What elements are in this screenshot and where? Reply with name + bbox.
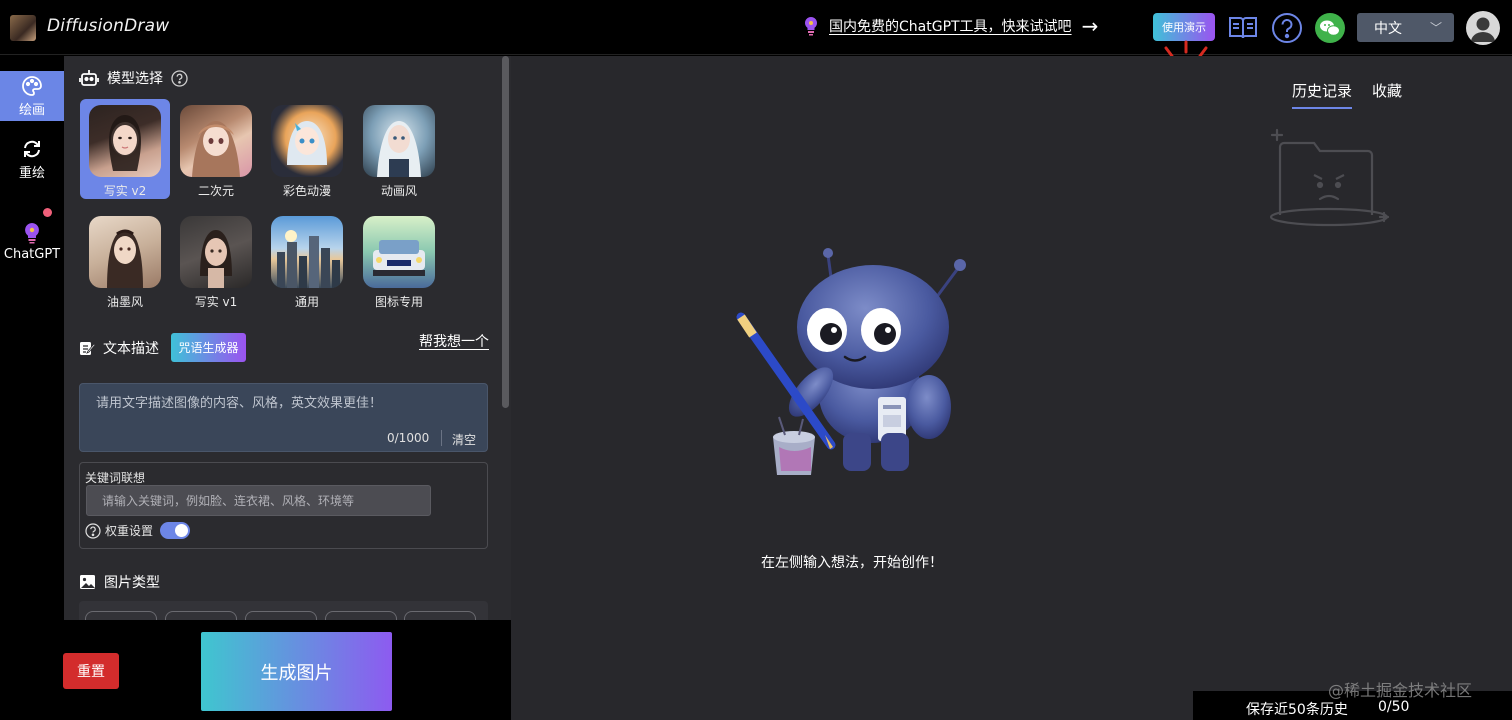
weight-setting: 权重设置 xyxy=(85,522,191,539)
model-card[interactable]: 彩色动漫 xyxy=(262,99,352,199)
image-type-chip[interactable] xyxy=(245,611,317,620)
history-count: 0/50 xyxy=(1378,699,1410,715)
chatgpt-bulb-icon xyxy=(25,222,39,243)
text-section-title: 文本描述 xyxy=(103,341,159,357)
divider xyxy=(441,430,442,446)
generate-button[interactable]: 生成图片 xyxy=(201,632,392,711)
model-label: 动画风 xyxy=(380,184,417,198)
model-thumbnail xyxy=(89,105,161,177)
language-select[interactable]: 中文 ﹀ xyxy=(1357,13,1454,42)
sidebar-item-chatgpt[interactable]: ChatGPT xyxy=(0,216,64,266)
help-circle-icon[interactable] xyxy=(171,69,188,87)
model-section-header: 模型选择 xyxy=(79,68,188,88)
sidebar-item-redraw[interactable]: 重绘 xyxy=(0,134,64,184)
chevron-down-icon: ﹀ xyxy=(1429,21,1442,35)
bulb-icon xyxy=(803,16,819,36)
refresh-icon xyxy=(24,140,40,157)
notification-badge xyxy=(43,208,52,217)
model-label: 写实 v2 xyxy=(103,184,147,198)
text-section-header: 文本描述 xyxy=(79,338,159,358)
sidebar-item-label: 绘画 xyxy=(18,102,45,118)
sidebar-item-label: 重绘 xyxy=(18,165,45,181)
watermark: @稀土掘金技术社区 xyxy=(1328,681,1473,700)
model-label: 写实 v1 xyxy=(194,295,238,309)
model-thumbnail xyxy=(180,216,252,288)
sidebar-item-draw[interactable]: 绘画 xyxy=(0,71,64,121)
app-logo[interactable] xyxy=(10,15,36,41)
image-type-chip[interactable] xyxy=(325,611,397,620)
empty-folder-icon xyxy=(1266,125,1392,230)
model-label: 二次元 xyxy=(197,184,234,198)
tab-favorites[interactable]: 收藏 xyxy=(1372,80,1402,101)
keyword-input[interactable]: 请输入关键词，例如脸、连衣裙、风格、环境等 xyxy=(86,485,431,516)
edit-note-icon xyxy=(80,342,95,355)
demo-button[interactable]: 使用演示 xyxy=(1153,13,1215,41)
empty-canvas-hint: 在左侧输入想法，开始创作！ xyxy=(761,555,943,571)
sidebar-item-label: ChatGPT xyxy=(3,246,61,262)
model-thumbnail xyxy=(89,216,161,288)
model-thumbnail xyxy=(363,216,435,288)
model-card[interactable]: 油墨风 xyxy=(80,210,170,310)
help-me-think-link[interactable]: 帮我想一个 xyxy=(419,331,489,351)
image-type-header: 图片类型 xyxy=(79,572,160,592)
keyword-label: 关键词联想 xyxy=(85,471,146,485)
model-thumbnail xyxy=(180,105,252,177)
model-card[interactable]: 图标专用 xyxy=(354,210,444,310)
language-value: 中文 xyxy=(1374,20,1402,37)
palette-icon xyxy=(22,75,42,96)
help-circle-icon[interactable] xyxy=(1271,12,1303,44)
model-label: 通用 xyxy=(294,295,319,309)
reset-button[interactable]: 重置 xyxy=(63,653,119,689)
image-icon xyxy=(80,575,95,589)
arrow-right-icon: → xyxy=(1081,14,1099,38)
model-thumbnail xyxy=(271,105,343,177)
model-label: 图标专用 xyxy=(374,295,423,309)
clear-button[interactable]: 清空 xyxy=(452,431,476,448)
side-nav: 绘画 重绘 ChatGPT xyxy=(0,56,64,620)
model-thumbnail xyxy=(363,105,435,177)
app-title[interactable]: DiffusionDraw xyxy=(47,16,169,36)
prompt-placeholder: 请用文字描述图像的内容、风格，英文效果更佳！ xyxy=(96,396,383,411)
book-icon[interactable] xyxy=(1227,12,1259,44)
panel-scrollbar[interactable] xyxy=(502,56,509,408)
wechat-icon[interactable] xyxy=(1314,12,1346,44)
promo-link[interactable]: 国内免费的ChatGPT工具，快来试试吧 → xyxy=(803,16,1098,36)
keyword-placeholder: 请输入关键词，例如脸、连衣裙、风格、环境等 xyxy=(102,494,355,508)
image-type-chip[interactable] xyxy=(85,611,157,620)
robot-icon xyxy=(79,70,99,86)
image-type-options xyxy=(79,601,488,620)
tab-history[interactable]: 历史记录 xyxy=(1292,80,1353,109)
model-section-title: 模型选择 xyxy=(107,71,163,87)
model-card[interactable]: 动画风 xyxy=(354,99,444,199)
weight-label: 权重设置 xyxy=(105,524,154,538)
model-card[interactable]: 二次元 xyxy=(171,99,261,199)
prompt-char-count: 0/1000 xyxy=(387,431,430,445)
promo-text[interactable]: 国内免费的ChatGPT工具，快来试试吧 xyxy=(829,16,1072,36)
history-footer-note: 保存近50条历史 xyxy=(1246,702,1348,718)
spell-generator-button[interactable]: 咒语生成器 xyxy=(171,333,246,362)
image-type-chip[interactable] xyxy=(404,611,476,620)
model-label: 油墨风 xyxy=(106,295,143,309)
model-card[interactable]: 写实 v1 xyxy=(171,210,261,310)
model-card[interactable]: 写实 v2 xyxy=(80,99,170,199)
model-thumbnail xyxy=(271,216,343,288)
model-card[interactable]: 通用 xyxy=(262,210,352,310)
image-type-title: 图片类型 xyxy=(104,575,160,591)
weight-toggle[interactable] xyxy=(160,522,191,539)
user-avatar-icon[interactable] xyxy=(1466,11,1500,45)
top-bar: DiffusionDraw 国内免费的ChatGPT工具，快来试试吧 → 使用演… xyxy=(0,0,1512,55)
image-type-chip[interactable] xyxy=(165,611,237,620)
model-label: 彩色动漫 xyxy=(282,184,331,198)
help-circle-icon[interactable] xyxy=(85,522,101,539)
robot-illustration xyxy=(733,247,973,482)
